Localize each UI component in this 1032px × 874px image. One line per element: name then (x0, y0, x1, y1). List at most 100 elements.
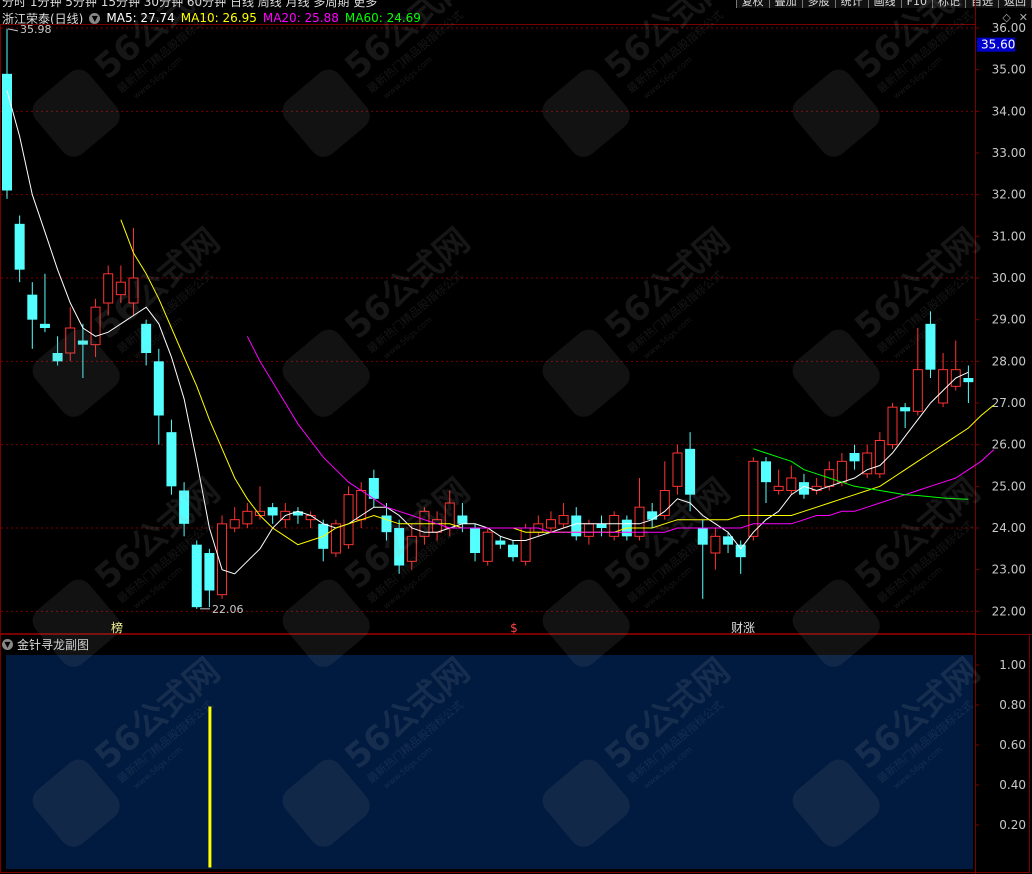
candle (40, 274, 50, 332)
candle (888, 403, 897, 449)
candle (318, 520, 328, 562)
candle (875, 432, 884, 478)
candle (900, 403, 910, 428)
candle-body (850, 453, 860, 461)
sub-y-tick-label: 0.20 (999, 818, 1026, 832)
watermark: 56公式网最新热门精品股指标公式www.56gs.com (276, 471, 497, 673)
candle-body (521, 528, 530, 561)
y-tick-label: 31.00 (992, 229, 1026, 243)
candle (559, 503, 568, 528)
candle (546, 511, 555, 532)
sub-y-tick-label: 0.80 (999, 698, 1026, 712)
high-pointer (8, 29, 18, 31)
y-tick-label: 29.00 (992, 313, 1026, 327)
y-tick-label: 33.00 (992, 146, 1026, 160)
candle (495, 536, 505, 549)
watermark: 56公式网最新热门精品股指标公式www.56gs.com (786, 471, 1007, 673)
candle-body (192, 545, 202, 608)
candle (508, 541, 518, 562)
candle (268, 503, 278, 524)
y-tick-label: 25.00 (992, 479, 1026, 493)
y-tick-label: 30.00 (992, 271, 1026, 285)
candle-body (888, 407, 897, 445)
y-tick-label: 27.00 (992, 396, 1026, 410)
candle-body (610, 516, 619, 537)
candle (154, 349, 164, 445)
candle (774, 470, 783, 495)
candle (749, 457, 758, 540)
candle-body (863, 453, 872, 474)
candle (256, 486, 265, 519)
candle (331, 520, 340, 558)
candle (736, 541, 746, 574)
watermark: 56公式网最新热门精品股指标公式www.56gs.com (536, 471, 757, 673)
candle (787, 466, 796, 495)
candle-body (963, 378, 973, 382)
watermark: 56公式网最新热门精品股指标公式www.56gs.com (786, 221, 1007, 423)
low-annotation: 22.06 (212, 603, 244, 616)
watermark: 56公式网最新热门精品股指标公式www.56gs.com (536, 221, 757, 423)
candle (27, 282, 37, 349)
candle (673, 445, 682, 495)
candle (863, 445, 872, 478)
candle-body (154, 361, 164, 415)
candle-body (913, 370, 922, 412)
price-tag-label: 35.60 (981, 38, 1015, 52)
candle (470, 524, 480, 562)
chart-canvas[interactable]: 36.00 35.00 34.00 33.00 32.00 31.00 30.00 29.00… (0, 0, 1032, 874)
candle (963, 366, 973, 404)
candle-body (243, 511, 252, 524)
event-marker: $ (510, 621, 518, 635)
y-tick-label: 35.00 (992, 63, 1026, 77)
high-annotation: 35.98 (20, 23, 52, 36)
candle-body (900, 407, 910, 411)
watermark: 56公式网最新热门精品股指标公式www.56gs.com (26, 221, 247, 423)
candle (483, 528, 492, 566)
candle (2, 29, 12, 199)
candle-body (230, 520, 239, 528)
candle-body (204, 553, 214, 591)
event-marker: 财涨 (731, 620, 755, 635)
signal-bar (208, 707, 211, 868)
candle-body (495, 541, 505, 545)
candle-body (369, 478, 379, 499)
candle (597, 516, 607, 537)
candle-body (470, 528, 480, 553)
candle (850, 445, 860, 470)
watermark: 56公式网最新热门精品股指标公式www.56gs.com (276, 221, 497, 423)
sub-y-tick-label: 0.40 (999, 778, 1026, 792)
candle-body (584, 524, 593, 537)
candle (204, 549, 214, 607)
y-tick-label: 24.00 (992, 521, 1026, 535)
candle (610, 511, 619, 540)
candle (761, 457, 771, 503)
y-tick-label: 36.00 (992, 21, 1026, 35)
candle-body (736, 545, 746, 558)
sub-y-tick-label: 0.60 (999, 738, 1026, 752)
candle (218, 516, 227, 599)
candle-body (597, 524, 607, 528)
candle-body (15, 224, 25, 270)
candle-body (559, 516, 568, 524)
y-tick-label: 26.00 (992, 438, 1026, 452)
candle (230, 507, 239, 532)
candle-body (344, 495, 353, 545)
sub-y-tick-label: 1.00 (999, 658, 1026, 672)
candle (344, 486, 353, 548)
candle (521, 524, 530, 566)
candle (951, 341, 960, 391)
candle-body (723, 536, 733, 544)
candle (812, 478, 821, 495)
candle-body (787, 478, 796, 491)
candle (243, 503, 252, 528)
candle (534, 516, 543, 537)
y-tick-label: 34.00 (992, 104, 1026, 118)
candle-body (571, 516, 581, 537)
candle (293, 507, 303, 524)
y-tick-label: 22.00 (992, 604, 1026, 618)
y-tick-label: 32.00 (992, 188, 1026, 202)
candle-body (27, 295, 37, 320)
candle-body (939, 370, 948, 403)
candle (192, 541, 202, 609)
candle (166, 420, 176, 495)
